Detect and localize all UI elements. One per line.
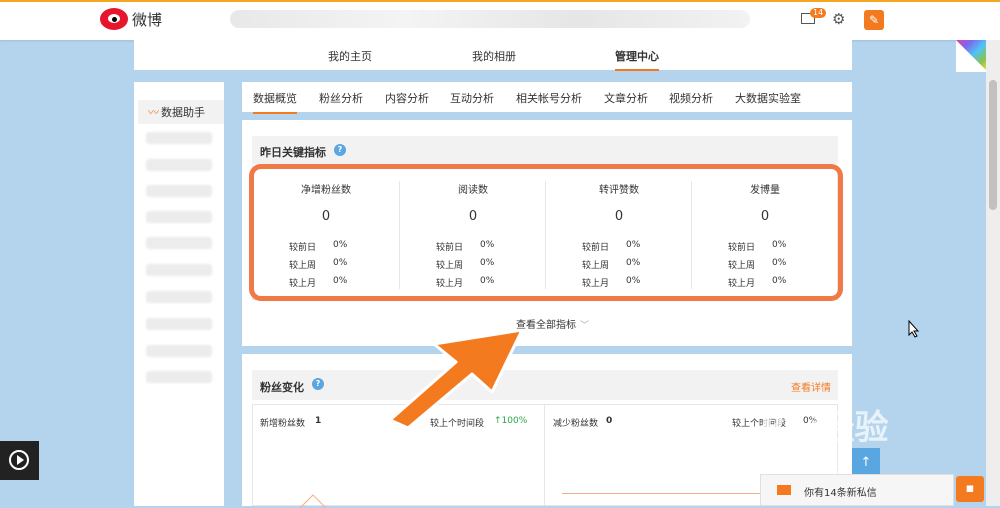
tab-video-analysis[interactable]: 视频分析 xyxy=(669,90,713,106)
new-fans-label: 新增粉丝数 xyxy=(260,419,306,429)
tab-big-data-lab[interactable]: 大数据实验室 xyxy=(735,90,801,106)
mail-badge: 14 xyxy=(810,8,827,18)
trend-icon: 〰 xyxy=(148,106,159,119)
weibo-eye-icon xyxy=(100,8,128,30)
sidebar-item-blurred[interactable] xyxy=(146,211,212,223)
tab-my-home[interactable]: 我的主页 xyxy=(328,48,372,64)
divider xyxy=(544,404,545,506)
edit-icon: ✎ xyxy=(868,13,880,27)
fans-change-title: 粉丝变化 xyxy=(260,381,304,394)
chevron-down-icon: ﹀ xyxy=(580,321,590,331)
sidebar-item-blurred[interactable] xyxy=(146,371,212,383)
message-notification-text: 你有14条新私信 xyxy=(804,488,877,499)
tab-my-album[interactable]: 我的相册 xyxy=(472,48,516,64)
blurred-nav-area xyxy=(230,10,750,28)
scrollbar-thumb[interactable] xyxy=(989,80,997,210)
new-fans-value: 1 xyxy=(315,416,322,426)
lost-fans-label: 减少粉丝数 xyxy=(553,419,599,429)
view-details-link[interactable]: 查看详情 xyxy=(791,379,831,394)
help-icon[interactable]: ? xyxy=(334,144,346,156)
sidebar-item-blurred[interactable] xyxy=(146,264,212,276)
tab-related-account-analysis[interactable]: 相关帐号分析 xyxy=(516,90,582,106)
highlight-outline xyxy=(249,164,843,301)
tab-interaction-analysis[interactable]: 互动分析 xyxy=(450,90,494,106)
tab-data-overview[interactable]: 数据概览 xyxy=(253,90,297,114)
logo-text: 微博 xyxy=(132,10,163,29)
play-icon[interactable] xyxy=(9,450,29,470)
key-metrics-title: 昨日关键指标 xyxy=(260,146,326,159)
sidebar-item-blurred[interactable] xyxy=(146,318,212,330)
mouse-cursor-icon xyxy=(908,320,920,338)
chat-button[interactable]: ▪ xyxy=(956,476,984,502)
tab-management-center[interactable]: 管理中心 xyxy=(615,48,659,71)
sidebar-item-blurred[interactable] xyxy=(146,237,212,249)
help-icon[interactable]: ? xyxy=(312,378,324,390)
sidebar-item-blurred[interactable] xyxy=(146,185,212,197)
sidebar-item-label: 〰数据助手 xyxy=(148,106,205,119)
tab-article-analysis[interactable]: 文章分析 xyxy=(604,90,648,106)
sidebar-item-blurred[interactable] xyxy=(146,345,212,357)
sidebar-item-blurred[interactable] xyxy=(146,159,212,171)
sidebar-item-blurred[interactable] xyxy=(146,291,212,303)
tab-fan-analysis[interactable]: 粉丝分析 xyxy=(319,90,363,106)
envelope-icon xyxy=(777,485,791,495)
lost-fans-value: 0 xyxy=(606,416,613,426)
annotation-arrow xyxy=(388,328,524,430)
arrow-up-icon: ↑ xyxy=(860,455,872,470)
weibo-logo[interactable]: 微博 xyxy=(100,8,162,30)
baidu-watermark: Bai经验 xyxy=(760,408,889,448)
compose-button[interactable]: ✎ xyxy=(864,10,884,30)
fans-change-header xyxy=(252,370,838,400)
tab-content-analysis[interactable]: 内容分析 xyxy=(385,90,429,106)
chat-bubble-icon: ▪ xyxy=(965,481,975,496)
sidebar-item-blurred[interactable] xyxy=(146,132,212,144)
gear-icon[interactable]: ⚙ xyxy=(832,11,845,27)
